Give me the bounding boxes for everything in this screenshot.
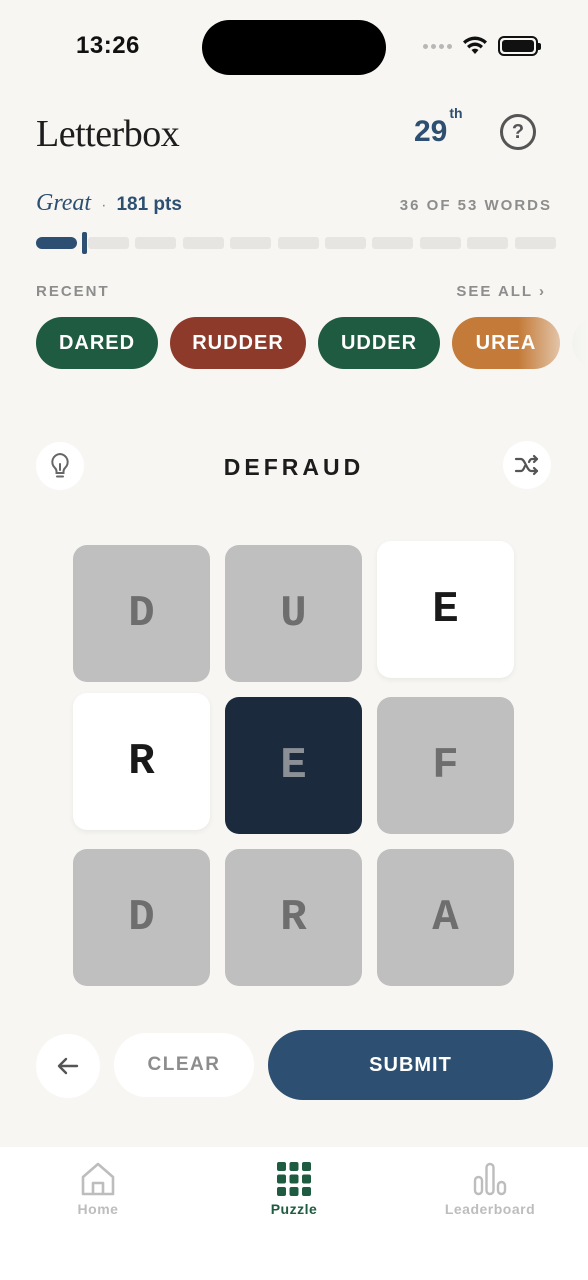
shuffle-icon [514, 454, 539, 476]
tab-puzzle[interactable]: Puzzle [214, 1161, 374, 1217]
shuffle-button[interactable] [503, 441, 551, 489]
letter-tile[interactable]: D [73, 545, 210, 682]
recent-words-list[interactable]: DARED RUDDER UDDER UREA [36, 317, 588, 369]
progress-segment [372, 237, 414, 249]
letter-tile[interactable]: E [377, 541, 514, 678]
tab-leaderboard-label: Leaderboard [444, 1201, 536, 1217]
scroll-fade [518, 317, 588, 369]
letter-tile[interactable]: E [225, 697, 362, 834]
tab-leaderboard[interactable]: Leaderboard [410, 1161, 570, 1217]
recent-word-chip[interactable]: DARED [36, 317, 158, 369]
arrow-left-icon [57, 1057, 79, 1075]
help-button[interactable]: ? [500, 114, 536, 150]
question-icon: ? [511, 120, 525, 143]
letter-tile[interactable]: A [377, 849, 514, 986]
points-value: 181 pts [116, 194, 182, 215]
progress-segment [88, 237, 129, 249]
letter-tile[interactable]: R [73, 693, 210, 830]
rank-badge[interactable]: 29th [414, 105, 463, 149]
grid-icon [277, 1162, 311, 1196]
tab-puzzle-label: Puzzle [270, 1201, 318, 1217]
progress-marker [82, 232, 87, 254]
tab-bar: Home Puzzle Leaderboard [0, 1147, 588, 1280]
status-icons [423, 36, 541, 56]
rank-number: 29 [414, 115, 448, 148]
progress-segment [514, 237, 556, 249]
dynamic-island [202, 20, 386, 75]
submit-button[interactable]: SUBMIT [268, 1030, 553, 1100]
wifi-icon [463, 36, 487, 54]
progress-fill [36, 237, 77, 249]
progress-segment [419, 237, 461, 249]
progress-segment [467, 237, 509, 249]
see-all-link[interactable]: SEE ALL › [456, 283, 546, 300]
app-title: Letterbox [36, 113, 180, 155]
signal-icon [423, 43, 452, 49]
rank-suffix: th [449, 105, 463, 121]
battery-icon [498, 36, 541, 56]
recent-word-chip[interactable]: UDDER [318, 317, 440, 369]
bar-chart-icon [473, 1162, 507, 1196]
rating-label: Great [36, 190, 92, 216]
progress-segment [182, 237, 224, 249]
separator-dot: · [101, 197, 107, 214]
progress-segment [325, 237, 366, 249]
home-icon [81, 1162, 115, 1196]
progress-bar [36, 232, 556, 254]
letter-tile[interactable]: F [377, 697, 514, 834]
current-word: DEFRAUD [223, 454, 365, 480]
progress-segment [135, 237, 177, 249]
letter-tile[interactable]: D [73, 849, 210, 986]
recent-label: RECENT [36, 283, 110, 300]
progress-segment [230, 237, 272, 249]
tab-home-label: Home [77, 1201, 119, 1217]
letter-tile[interactable]: R [225, 849, 362, 986]
backspace-button[interactable] [36, 1034, 100, 1098]
clear-button[interactable]: CLEAR [114, 1033, 254, 1097]
tab-home[interactable]: Home [18, 1161, 178, 1217]
letter-tile[interactable]: U [225, 545, 362, 682]
status-time: 13:26 [76, 32, 140, 59]
score-row: Great · 181 pts 36 OF 53 WORDS [36, 190, 552, 217]
recent-word-chip[interactable]: RUDDER [170, 317, 306, 369]
words-found-count: 36 OF 53 WORDS [399, 197, 552, 214]
progress-segment [277, 237, 319, 249]
